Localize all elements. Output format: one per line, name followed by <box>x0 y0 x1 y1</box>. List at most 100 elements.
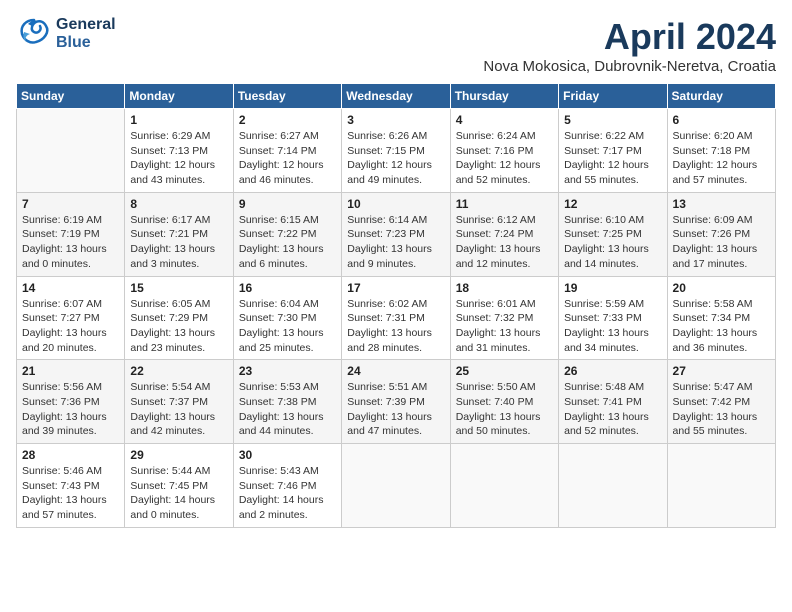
day-info: Sunrise: 5:56 AMSunset: 7:36 PMDaylight:… <box>22 380 119 439</box>
day-info: Sunrise: 6:07 AMSunset: 7:27 PMDaylight:… <box>22 297 119 356</box>
calendar-cell: 2Sunrise: 6:27 AMSunset: 7:14 PMDaylight… <box>233 109 341 193</box>
calendar-cell: 23 Sunrise: 5:53 AMSunset: 7:38 PMDayligh… <box>233 360 341 444</box>
day-number: 12 <box>564 197 661 211</box>
day-number: 24 <box>347 364 444 378</box>
day-info: Sunrise: 6:12 AMSunset: 7:24 PMDaylight:… <box>456 213 553 272</box>
calendar-cell: 9 Sunrise: 6:15 AMSunset: 7:22 PMDaylight… <box>233 192 341 276</box>
title-block: April 2024 Nova Mokosica, Dubrovnik-Nere… <box>483 16 776 75</box>
day-info: Sunrise: 5:53 AMSunset: 7:38 PMDaylight:… <box>239 380 336 439</box>
calendar-cell: 18 Sunrise: 6:01 AMSunset: 7:32 PMDayligh… <box>450 276 558 360</box>
calendar-cell: 30 Sunrise: 5:43 AMSunset: 7:46 PMDayligh… <box>233 444 341 528</box>
day-info: Sunrise: 5:48 AMSunset: 7:41 PMDaylight:… <box>564 380 661 439</box>
calendar-header-row: SundayMondayTuesdayWednesdayThursdayFrid… <box>17 84 776 109</box>
day-info: Sunrise: 6:09 AMSunset: 7:26 PMDaylight:… <box>673 213 770 272</box>
calendar-cell: 16 Sunrise: 6:04 AMSunset: 7:30 PMDayligh… <box>233 276 341 360</box>
day-number: 15 <box>130 281 227 295</box>
calendar-cell <box>450 444 558 528</box>
day-info: Sunrise: 5:47 AMSunset: 7:42 PMDaylight:… <box>673 380 770 439</box>
day-info: Sunrise: 6:20 AMSunset: 7:18 PMDaylight:… <box>673 129 770 188</box>
column-header-sunday: Sunday <box>17 84 125 109</box>
day-info: Sunrise: 6:10 AMSunset: 7:25 PMDaylight:… <box>564 213 661 272</box>
day-info: Sunrise: 5:59 AMSunset: 7:33 PMDaylight:… <box>564 297 661 356</box>
calendar-cell: 15 Sunrise: 6:05 AMSunset: 7:29 PMDayligh… <box>125 276 233 360</box>
calendar-cell: 20 Sunrise: 5:58 AMSunset: 7:34 PMDayligh… <box>667 276 775 360</box>
calendar-cell <box>667 444 775 528</box>
calendar-cell: 4 Sunrise: 6:24 AMSunset: 7:16 PMDaylight… <box>450 109 558 193</box>
day-info: Sunrise: 5:54 AMSunset: 7:37 PMDaylight:… <box>130 380 227 439</box>
logo-icon <box>16 16 52 52</box>
calendar-cell: 28Sunrise: 5:46 AMSunset: 7:43 PMDayligh… <box>17 444 125 528</box>
day-number: 4 <box>456 113 553 127</box>
day-info: Sunrise: 6:24 AMSunset: 7:16 PMDaylight:… <box>456 129 553 188</box>
day-info: Sunrise: 6:17 AMSunset: 7:21 PMDaylight:… <box>130 213 227 272</box>
day-info: Sunrise: 5:46 AMSunset: 7:43 PMDaylight:… <box>22 464 119 523</box>
calendar-cell: 25Sunrise: 5:50 AMSunset: 7:40 PMDayligh… <box>450 360 558 444</box>
day-info: Sunrise: 6:27 AMSunset: 7:14 PMDaylight:… <box>239 129 336 188</box>
column-header-monday: Monday <box>125 84 233 109</box>
column-header-tuesday: Tuesday <box>233 84 341 109</box>
day-number: 17 <box>347 281 444 295</box>
calendar-cell: 10 Sunrise: 6:14 AMSunset: 7:23 PMDayligh… <box>342 192 450 276</box>
calendar-week-row: 21 Sunrise: 5:56 AMSunset: 7:36 PMDayligh… <box>17 360 776 444</box>
calendar-cell <box>342 444 450 528</box>
logo: General Blue <box>16 16 116 52</box>
day-number: 20 <box>673 281 770 295</box>
day-info: Sunrise: 5:50 AMSunset: 7:40 PMDaylight:… <box>456 380 553 439</box>
day-number: 23 <box>239 364 336 378</box>
day-info: Sunrise: 6:01 AMSunset: 7:32 PMDaylight:… <box>456 297 553 356</box>
day-number: 13 <box>673 197 770 211</box>
calendar-title: April 2024 <box>483 16 776 58</box>
day-number: 3 <box>347 113 444 127</box>
calendar-cell: 7Sunrise: 6:19 AMSunset: 7:19 PMDaylight… <box>17 192 125 276</box>
calendar-week-row: 28Sunrise: 5:46 AMSunset: 7:43 PMDayligh… <box>17 444 776 528</box>
day-number: 8 <box>130 197 227 211</box>
calendar-cell: 3 Sunrise: 6:26 AMSunset: 7:15 PMDaylight… <box>342 109 450 193</box>
day-number: 30 <box>239 448 336 462</box>
column-header-friday: Friday <box>559 84 667 109</box>
calendar-cell: 29Sunrise: 5:44 AMSunset: 7:45 PMDayligh… <box>125 444 233 528</box>
day-info: Sunrise: 5:58 AMSunset: 7:34 PMDaylight:… <box>673 297 770 356</box>
day-info: Sunrise: 5:43 AMSunset: 7:46 PMDaylight:… <box>239 464 336 523</box>
day-number: 10 <box>347 197 444 211</box>
calendar-subtitle: Nova Mokosica, Dubrovnik-Neretva, Croati… <box>483 58 776 75</box>
calendar-cell: 6 Sunrise: 6:20 AMSunset: 7:18 PMDaylight… <box>667 109 775 193</box>
day-number: 26 <box>564 364 661 378</box>
calendar-cell: 21 Sunrise: 5:56 AMSunset: 7:36 PMDayligh… <box>17 360 125 444</box>
day-number: 5 <box>564 113 661 127</box>
day-info: Sunrise: 6:22 AMSunset: 7:17 PMDaylight:… <box>564 129 661 188</box>
day-info: Sunrise: 6:26 AMSunset: 7:15 PMDaylight:… <box>347 129 444 188</box>
day-info: Sunrise: 6:29 AMSunset: 7:13 PMDaylight:… <box>130 129 227 188</box>
day-info: Sunrise: 6:04 AMSunset: 7:30 PMDaylight:… <box>239 297 336 356</box>
day-number: 27 <box>673 364 770 378</box>
calendar-cell: 1Sunrise: 6:29 AMSunset: 7:13 PMDaylight… <box>125 109 233 193</box>
day-number: 16 <box>239 281 336 295</box>
calendar-cell: 17 Sunrise: 6:02 AMSunset: 7:31 PMDayligh… <box>342 276 450 360</box>
calendar-week-row: 14 Sunrise: 6:07 AMSunset: 7:27 PMDayligh… <box>17 276 776 360</box>
day-number: 6 <box>673 113 770 127</box>
calendar-cell: 14 Sunrise: 6:07 AMSunset: 7:27 PMDayligh… <box>17 276 125 360</box>
calendar-week-row: 1Sunrise: 6:29 AMSunset: 7:13 PMDaylight… <box>17 109 776 193</box>
column-header-thursday: Thursday <box>450 84 558 109</box>
calendar-cell: 5 Sunrise: 6:22 AMSunset: 7:17 PMDaylight… <box>559 109 667 193</box>
day-number: 19 <box>564 281 661 295</box>
calendar-cell: 27 Sunrise: 5:47 AMSunset: 7:42 PMDayligh… <box>667 360 775 444</box>
column-header-wednesday: Wednesday <box>342 84 450 109</box>
calendar-table: SundayMondayTuesdayWednesdayThursdayFrid… <box>16 83 776 528</box>
day-number: 9 <box>239 197 336 211</box>
day-info: Sunrise: 6:02 AMSunset: 7:31 PMDaylight:… <box>347 297 444 356</box>
logo-line2: Blue <box>56 34 116 52</box>
day-number: 7 <box>22 197 119 211</box>
day-number: 18 <box>456 281 553 295</box>
calendar-cell: 22 Sunrise: 5:54 AMSunset: 7:37 PMDayligh… <box>125 360 233 444</box>
day-number: 22 <box>130 364 227 378</box>
calendar-cell: 11Sunrise: 6:12 AMSunset: 7:24 PMDayligh… <box>450 192 558 276</box>
day-number: 21 <box>22 364 119 378</box>
column-header-saturday: Saturday <box>667 84 775 109</box>
logo-text-block: General Blue <box>56 16 116 51</box>
day-info: Sunrise: 6:05 AMSunset: 7:29 PMDaylight:… <box>130 297 227 356</box>
day-info: Sunrise: 6:15 AMSunset: 7:22 PMDaylight:… <box>239 213 336 272</box>
calendar-cell: 12 Sunrise: 6:10 AMSunset: 7:25 PMDayligh… <box>559 192 667 276</box>
day-info: Sunrise: 6:14 AMSunset: 7:23 PMDaylight:… <box>347 213 444 272</box>
page-header: General Blue April 2024 Nova Mokosica, D… <box>16 16 776 75</box>
day-number: 14 <box>22 281 119 295</box>
